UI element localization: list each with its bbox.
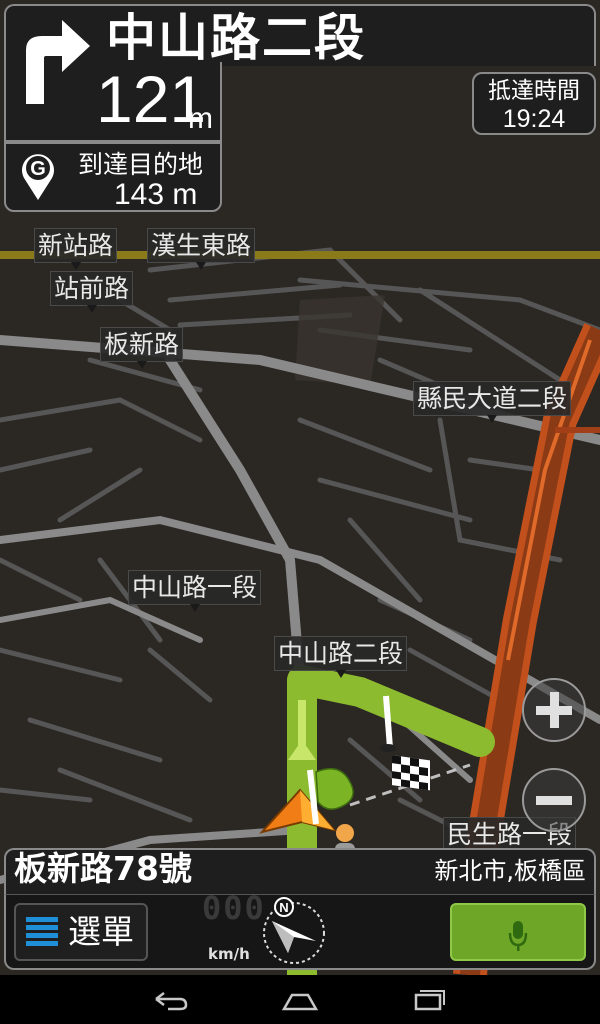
road-label-banxin: 板新路 [100,327,184,369]
destination-distance: 143 m [114,178,198,211]
current-city: 新北市,板橋區 [434,857,586,885]
zoom-in-button[interactable] [522,678,586,742]
menu-label: 選單 [68,912,134,951]
eta-time: 19:24 [502,105,566,133]
svg-text:N: N [279,900,288,915]
speed-value: 000 [202,889,266,927]
speed-unit: km/h [208,945,250,963]
zoom-out-minus-icon [536,796,572,805]
microphone-icon [508,921,528,951]
recent-apps-icon[interactable] [410,985,450,1015]
home-icon[interactable] [280,985,320,1015]
road-label-xinzhan: 新站路 [34,228,118,270]
bottom-toolbar: 選單 000 km/h N [4,889,596,970]
destination-label: 到達目的地 [78,150,204,179]
current-street: 板新路78號 [14,849,192,888]
back-icon[interactable] [150,985,190,1015]
eta-panel[interactable]: 抵達時間 19:24 [472,72,596,135]
menu-button[interactable]: 選單 [14,903,148,961]
system-navigation-bar [0,975,600,1024]
turn-distance-unit: m [188,102,213,135]
zoom-in-plus-icon [536,692,572,728]
turn-right-arrow-icon [26,20,90,104]
next-road-name: 中山路二段 [106,9,366,67]
road-label-zhongshan-sec1: 中山路一段 [128,570,262,612]
destination-panel[interactable]: G 到達目的地 143 m [4,142,222,212]
voice-search-button[interactable] [450,903,586,961]
road-label-xianmin-blvd: 縣民大道二段 [413,381,572,423]
road-label-zhongshan-sec2: 中山路二段 [274,636,408,678]
road-label-hansheng-east: 漢生東路 [147,228,256,270]
road-label-zhanqian: 站前路 [50,271,134,313]
menu-hamburger-icon [26,917,58,947]
svg-text:G: G [30,158,46,180]
eta-label: 抵達時間 [488,78,580,104]
next-turn-panel[interactable]: 中山路二段 [4,4,596,67]
current-address-bar[interactable]: 板新路78號 新北市,板橋區 [4,848,596,894]
zoom-out-button[interactable] [522,768,586,832]
compass-north-icon[interactable]: N [258,897,330,969]
destination-g-pin-icon: G [21,154,55,200]
